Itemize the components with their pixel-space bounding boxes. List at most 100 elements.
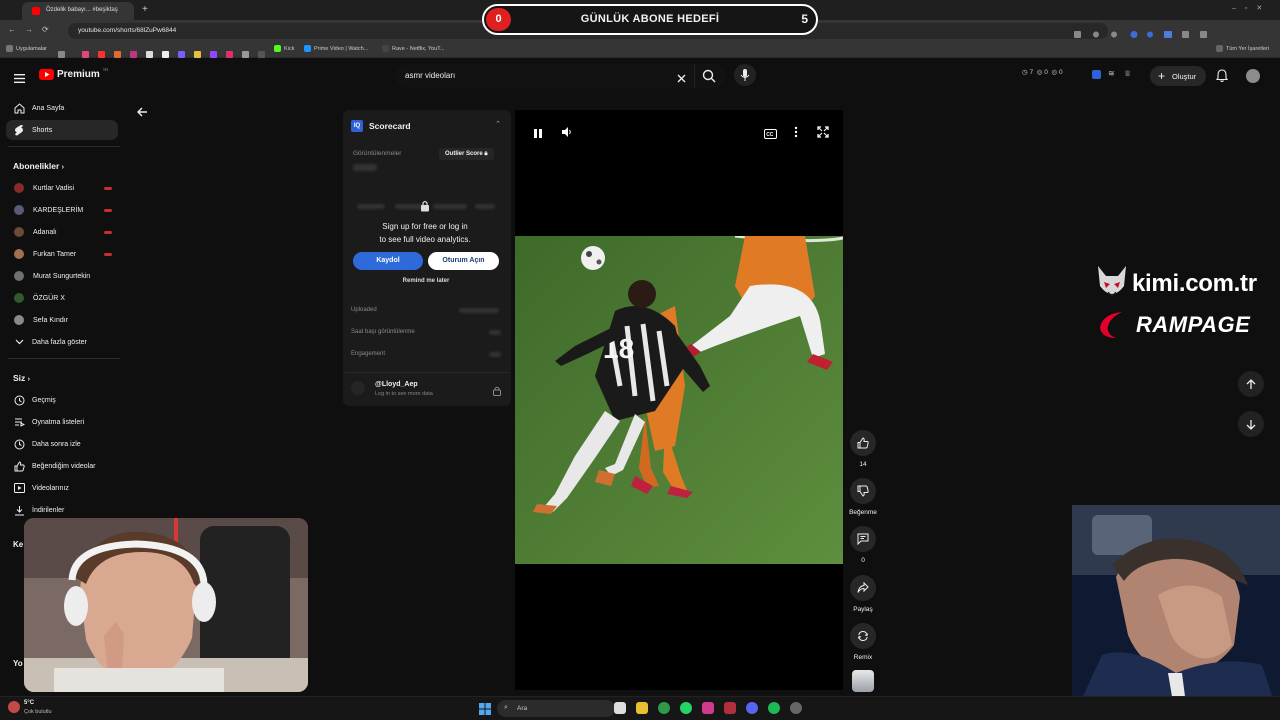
windows-taskbar: 5°C Çok bulutlu ⌕ Ara <box>0 696 1280 720</box>
login-button[interactable]: Oturum Açın <box>428 252 499 270</box>
channel-avatar <box>14 183 24 193</box>
windows-start-icon[interactable] <box>479 702 491 720</box>
svg-text:CC: CC <box>766 132 774 138</box>
partial-heading: Ke <box>13 540 24 549</box>
search-button[interactable] <box>694 64 724 88</box>
sidebar-item-liked[interactable]: Beğendiğim videolar <box>6 456 118 476</box>
youtube-play-icon <box>39 69 54 80</box>
obs-icon[interactable] <box>790 702 802 714</box>
remind-later-link[interactable]: Remind me later <box>353 278 499 284</box>
volume-icon[interactable] <box>561 125 573 143</box>
more-options-icon[interactable] <box>794 125 798 143</box>
bookmark-prime-video[interactable]: Prime Video | Watch... <box>304 45 368 52</box>
sidebar-item-home[interactable]: Ana Sayfa <box>6 98 118 118</box>
collapse-icon[interactable]: ⌃ <box>495 120 501 128</box>
chevron-right-icon: › <box>27 376 30 383</box>
outlier-score-badge[interactable]: Outlier Score 🔒︎ <box>439 148 494 160</box>
comments-button[interactable]: 0 <box>849 526 877 564</box>
channel-avatar <box>351 381 365 395</box>
like-button[interactable]: 14 <box>849 430 877 468</box>
arrow-up-icon <box>1246 378 1256 389</box>
show-more-button[interactable]: Daha fazla göster <box>6 332 118 352</box>
like-icon <box>850 430 876 456</box>
channel-handle: @Lloyd_Aep <box>375 381 418 388</box>
sidebar-item-downloads[interactable]: İndirilenler <box>6 500 118 520</box>
scorecard-channel-row[interactable]: @Lloyd_Aep Log in to see more data <box>345 372 509 402</box>
video-frame[interactable]: 18 <box>515 236 843 564</box>
back-arrow-icon[interactable] <box>136 105 148 123</box>
search-icon <box>702 69 716 83</box>
previous-short-button[interactable] <box>1238 371 1264 397</box>
app-icon[interactable] <box>724 702 736 714</box>
bookmark-kick[interactable]: Kick <box>274 45 294 52</box>
extension-settings-icon[interactable]: ≋ <box>1108 69 1115 78</box>
blurred-value <box>353 164 377 171</box>
chevron-down-icon <box>6 339 32 345</box>
voice-search-button[interactable] <box>734 64 756 86</box>
sidebar-item-subscription[interactable]: Furkan Tamer <box>6 244 118 264</box>
fullscreen-icon[interactable] <box>817 125 829 143</box>
sidebar-item-subscription[interactable]: ÖZGÜR X <box>6 288 118 308</box>
dislike-button[interactable]: Beğenme <box>849 478 877 516</box>
lock-icon <box>420 199 430 217</box>
instagram-icon[interactable] <box>702 702 714 714</box>
extension-trophy-icon[interactable]: ♕ <box>1124 69 1131 78</box>
sidebar-item-subscription[interactable]: Kurtlar Vadisi <box>6 178 118 198</box>
liked-icon <box>6 460 32 472</box>
sidebar-item-subscription[interactable]: KARDEŞLERİM <box>6 200 118 220</box>
signup-button[interactable]: Kaydol <box>353 252 423 270</box>
window-controls-icon[interactable]: –▫✕ <box>1232 4 1271 12</box>
captions-icon[interactable]: CC <box>764 126 777 144</box>
your-videos-icon <box>6 483 32 493</box>
shorts-icon <box>6 124 32 136</box>
you-heading[interactable]: Siz › <box>13 373 30 383</box>
live-indicator-icon <box>104 208 112 212</box>
channel-avatar <box>14 227 24 237</box>
reaction-camera-feed <box>1072 505 1280 720</box>
notifications-icon[interactable] <box>1215 69 1229 87</box>
sidebar-item-watch-later[interactable]: Daha sonra izle <box>6 434 118 454</box>
sidebar-item-shorts[interactable]: Shorts <box>6 120 118 140</box>
pause-icon[interactable] <box>533 126 543 144</box>
discord-icon[interactable] <box>746 702 758 714</box>
sidebar-item-playlists[interactable]: Oynatma listeleri <box>6 412 118 432</box>
whatsapp-icon[interactable] <box>680 702 692 714</box>
downloads-icon <box>6 505 32 516</box>
create-button[interactable]: + Oluştur <box>1150 66 1206 86</box>
folder-icon[interactable] <box>636 702 648 714</box>
extension-logo-icon[interactable] <box>1092 70 1101 79</box>
extensions-icon[interactable] <box>1074 26 1207 38</box>
bookmark-rave[interactable]: Rave - Netflix, YouT... <box>382 45 445 52</box>
search-icon: ⌕ <box>504 704 508 711</box>
channel-avatar <box>14 315 24 325</box>
sidebar-item-history[interactable]: Geçmiş <box>6 390 118 410</box>
sidebar-item-subscription[interactable]: Adanalı <box>6 222 118 242</box>
avatar[interactable] <box>1246 69 1260 83</box>
file-explorer-icon[interactable] <box>614 702 626 714</box>
bookmark-apps[interactable]: Uygulamalar <box>6 45 47 52</box>
history-icon <box>6 395 32 406</box>
chrome-icon[interactable] <box>658 702 670 714</box>
sidebar-item-your-videos[interactable]: Videolarınız <box>6 478 118 498</box>
sound-thumbnail[interactable] <box>852 670 874 692</box>
next-short-button[interactable] <box>1238 411 1264 437</box>
spotify-icon[interactable] <box>768 702 780 714</box>
weather-desc: Çok bulutlu <box>24 709 52 715</box>
sponsor-brand: RAMPAGE <box>1136 312 1251 337</box>
taskbar-search[interactable]: ⌕ Ara <box>497 700 615 717</box>
extension-stats: ◷ 7 ◎ 0 ◎ 0 <box>1022 69 1063 76</box>
nav-buttons-icon[interactable]: ←→⟳ <box>8 25 58 34</box>
remix-button[interactable]: Remix <box>849 623 877 661</box>
subscriptions-heading[interactable]: Abonelikler › <box>13 161 64 171</box>
new-tab-icon[interactable]: + <box>142 4 148 15</box>
goal-current-count: 0 <box>486 8 511 31</box>
browser-tab[interactable]: Özdelik babayı... #beşiktaş <box>22 2 134 20</box>
menu-icon[interactable] <box>14 70 25 88</box>
bookmark-all[interactable]: Tüm Yer İşaretleri <box>1216 45 1269 52</box>
share-button[interactable]: Paylaş <box>849 575 877 613</box>
youtube-logo[interactable]: Premium TR <box>39 67 108 80</box>
clear-search-icon[interactable] <box>677 70 686 88</box>
lock-message: Sign up for free or log in to see full v… <box>379 222 471 244</box>
sidebar-item-subscription[interactable]: Sefa Kındır <box>6 310 118 330</box>
sidebar-item-subscription[interactable]: Murat Sungurtekin <box>6 266 118 286</box>
